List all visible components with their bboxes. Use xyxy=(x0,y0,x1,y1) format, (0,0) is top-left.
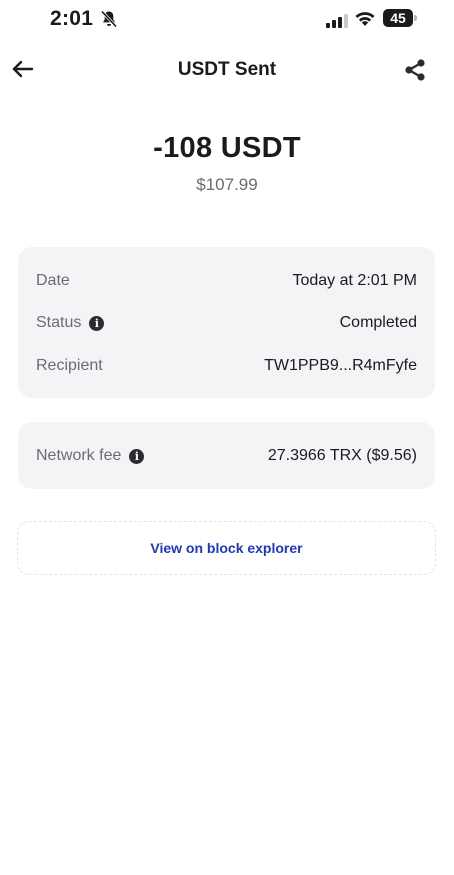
network-fee-value: 27.3966 TRX ($9.56) xyxy=(267,447,417,464)
info-icon[interactable]: i xyxy=(129,448,145,464)
fee-card: Network fee i 27.3966 TRX ($9.56) xyxy=(18,422,435,489)
transaction-amount: -108 USDT xyxy=(153,132,301,164)
network-fee-row: Network fee i 27.3966 TRX ($9.56) xyxy=(36,444,417,468)
block-explorer-button[interactable]: View on block explorer xyxy=(17,521,436,575)
battery-cap xyxy=(414,15,417,21)
status-label: Status xyxy=(36,314,82,331)
page-title: USDT Sent xyxy=(177,59,277,80)
share-button[interactable] xyxy=(400,55,430,85)
info-icon[interactable]: i xyxy=(89,315,105,331)
status-value: Completed xyxy=(339,314,417,331)
fiat-value: $107.99 xyxy=(196,175,258,194)
signal-icon xyxy=(326,14,348,28)
status-bar: 2:01 45 xyxy=(0,0,454,40)
bell-slash-icon xyxy=(100,10,118,28)
recipient-address[interactable]: TW1PPB9...R4mFyfe xyxy=(264,357,417,375)
wifi-icon xyxy=(355,12,375,26)
block-explorer-link[interactable]: View on block explorer xyxy=(150,540,302,556)
recipient-label: Recipient xyxy=(36,357,103,374)
date-row: Date Today at 2:01 PM xyxy=(36,269,417,293)
date-label: Date xyxy=(36,272,70,289)
battery-level: 45 xyxy=(383,9,413,27)
date-value: Today at 2:01 PM xyxy=(292,272,417,289)
status-label-group: Status i xyxy=(36,314,105,332)
share-icon xyxy=(405,59,425,81)
status-row: Status i Completed xyxy=(36,311,417,335)
battery-icon: 45 xyxy=(383,9,417,27)
details-card: Date Today at 2:01 PM Status i Completed… xyxy=(18,247,435,398)
network-fee-label-group: Network fee i xyxy=(36,447,145,465)
recipient-row: Recipient TW1PPB9...R4mFyfe xyxy=(36,354,417,378)
status-time: 2:01 xyxy=(50,7,94,30)
network-fee-label: Network fee xyxy=(36,447,122,464)
header: USDT Sent xyxy=(0,50,454,90)
